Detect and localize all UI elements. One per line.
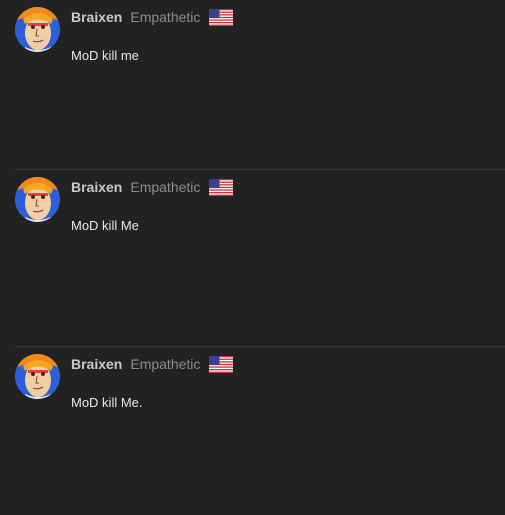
post-message: MoD kill Me xyxy=(71,218,139,233)
username[interactable]: Braixen xyxy=(71,179,122,195)
post-item: Braixen Empathetic MoD kill Me. xyxy=(0,347,505,515)
post-header: Braixen Empathetic xyxy=(71,354,234,374)
avatar[interactable] xyxy=(15,354,60,399)
avatar-image xyxy=(15,177,60,222)
post-message: MoD kill me xyxy=(71,48,139,63)
avatar-image xyxy=(15,7,60,52)
us-flag-icon xyxy=(209,8,234,26)
username[interactable]: Braixen xyxy=(71,356,122,372)
post-header: Braixen Empathetic xyxy=(71,7,234,27)
user-rank: Empathetic xyxy=(130,356,201,372)
avatar[interactable] xyxy=(15,7,60,52)
user-rank: Empathetic xyxy=(130,9,201,25)
avatar-image xyxy=(15,354,60,399)
post-message: MoD kill Me. xyxy=(71,395,143,410)
us-flag-icon xyxy=(209,355,234,373)
post-item: Braixen Empathetic MoD kill Me xyxy=(0,170,505,346)
user-rank: Empathetic xyxy=(130,179,201,195)
post-feed: Braixen Empathetic MoD kill me Braixen E… xyxy=(0,0,505,515)
avatar[interactable] xyxy=(15,177,60,222)
post-item: Braixen Empathetic MoD kill me xyxy=(0,0,505,169)
post-header: Braixen Empathetic xyxy=(71,177,234,197)
us-flag-icon xyxy=(209,178,234,196)
username[interactable]: Braixen xyxy=(71,9,122,25)
